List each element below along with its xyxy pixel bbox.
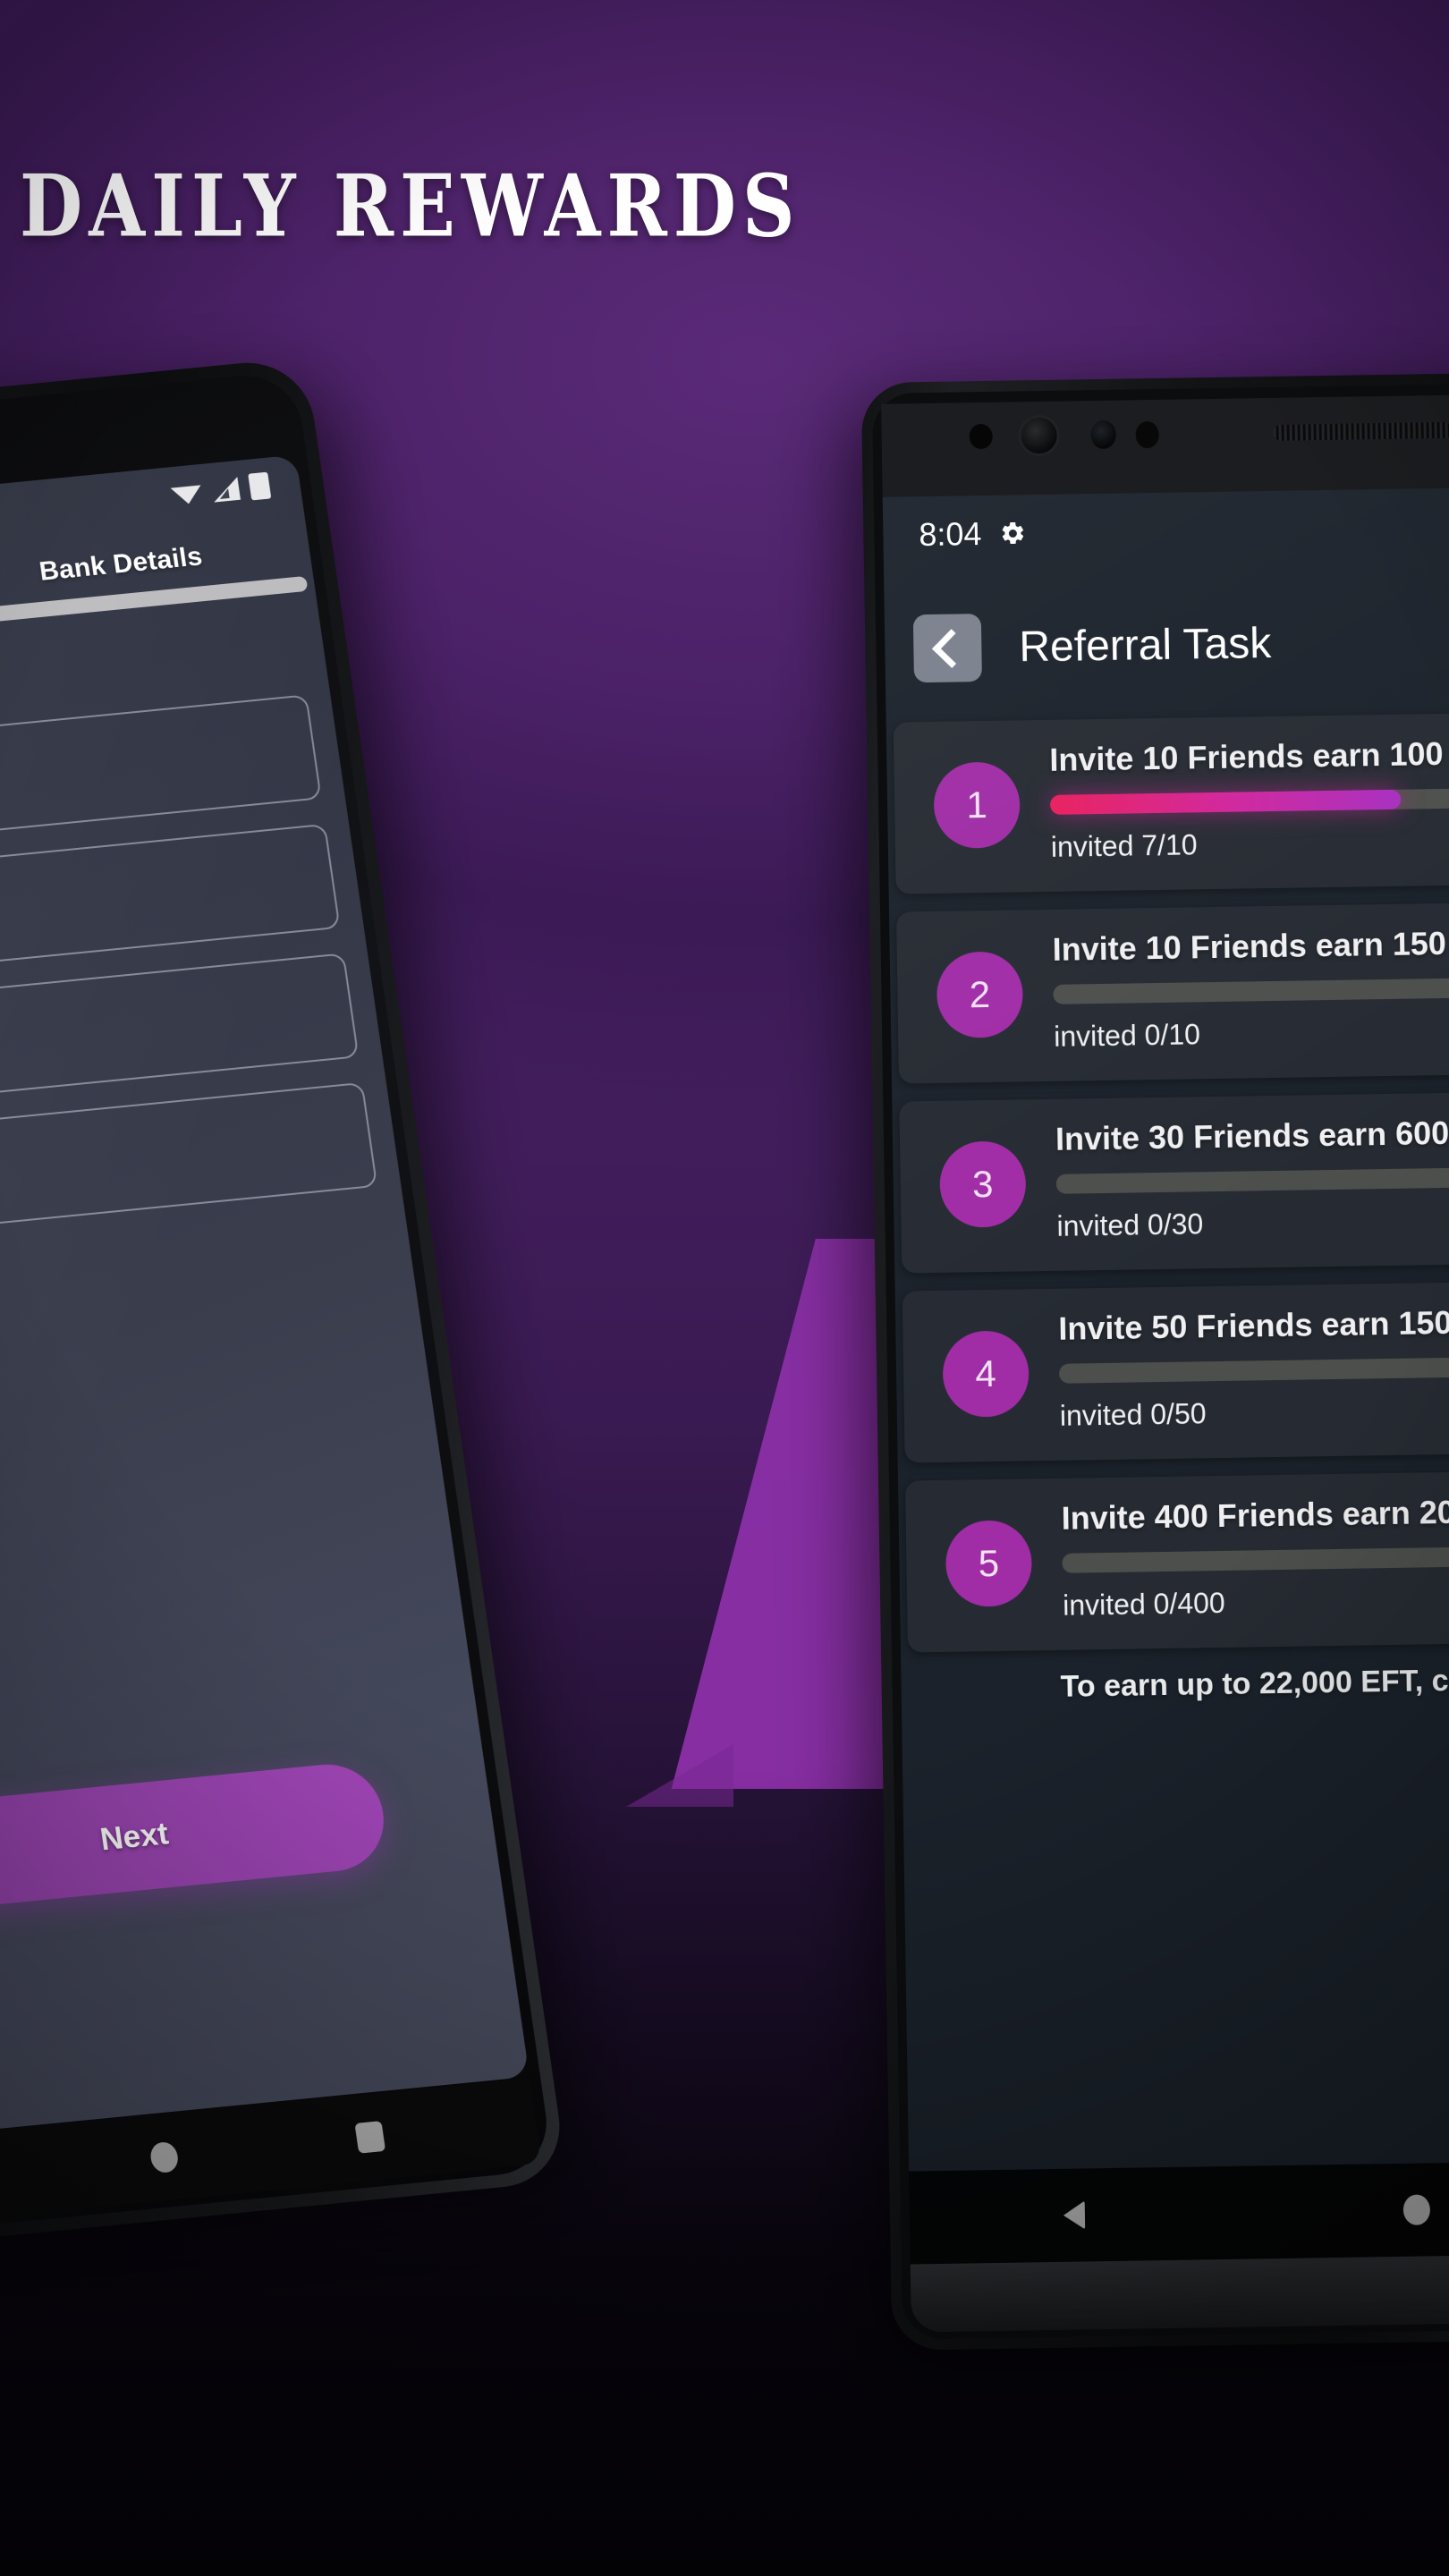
nav-home-icon[interactable]: [1402, 2194, 1431, 2225]
task-index-badge: 5: [945, 1520, 1033, 1607]
task-title: Invite 10 Friends earn 100: [1049, 734, 1444, 778]
task-progress-label: invited 0/10: [1053, 1018, 1201, 1053]
task-progress-fill: [1049, 789, 1402, 815]
earpiece-speaker-icon: [1273, 421, 1449, 441]
right-status-bar: 8:04: [919, 514, 1027, 554]
next-button-label: Next: [97, 1816, 171, 1858]
back-button[interactable]: [912, 614, 982, 683]
battery-icon: [248, 471, 272, 501]
tab-bank-details[interactable]: Bank Details: [0, 531, 309, 626]
task-row[interactable]: 4 Invite 50 Friends earn 150 invited 0/5…: [902, 1279, 1449, 1463]
right-phone-frame: 8:04 Referral Task 1 Invite 10 Friends e…: [860, 370, 1449, 2351]
left-phone-mockup: ID Proof Bank Details Details e one: [0, 357, 568, 2258]
task-title: Invite 10 Friends earn 150: [1052, 924, 1447, 968]
task-progress-track: [1049, 787, 1449, 815]
task-row[interactable]: 1 Invite 10 Friends earn 100 invited 7/1…: [893, 710, 1449, 894]
task-body: Invite 50 Friends earn 150 invited 0/50: [1058, 1298, 1449, 1432]
right-phone-mockup: 8:04 Referral Task 1 Invite 10 Friends e…: [860, 370, 1449, 2351]
app-bar-title: Referral Task: [1018, 619, 1272, 671]
address-field[interactable]: Address: [0, 1081, 378, 1256]
right-nav-bar: [909, 2159, 1449, 2265]
task-index-badge: 2: [936, 951, 1024, 1038]
right-phone-top-bezel: [881, 392, 1449, 497]
task-title: Invite 400 Friends earn 20: [1061, 1493, 1449, 1537]
task-title: Invite 30 Friends earn 600: [1055, 1114, 1449, 1157]
wifi-icon: [170, 481, 203, 505]
left-phone-frame: ID Proof Bank Details Details e one: [0, 357, 568, 2258]
chevron-left-icon: [931, 628, 971, 668]
left-phone-screen: ID Proof Bank Details Details e one: [0, 454, 530, 2149]
earnings-note: To earn up to 22,000 EFT, com: [1060, 1663, 1449, 1704]
nav-recents-icon[interactable]: [354, 2121, 386, 2154]
task-progress-label: invited 7/10: [1050, 828, 1198, 863]
task-body: Invite 30 Friends earn 600 invited 0/30: [1055, 1108, 1449, 1242]
task-row[interactable]: 3 Invite 30 Friends earn 600 invited 0/3…: [899, 1089, 1449, 1274]
signal-icon: [211, 477, 242, 503]
gear-icon: [999, 520, 1026, 547]
task-index-badge: 3: [939, 1140, 1027, 1228]
task-body: Invite 400 Friends earn 20 invited 0/400: [1061, 1487, 1449, 1622]
task-progress-track: [1062, 1545, 1449, 1573]
right-phone-screen: 8:04 Referral Task 1 Invite 10 Friends e…: [882, 485, 1449, 2181]
task-index-badge: 4: [942, 1330, 1030, 1418]
task-row[interactable]: 2 Invite 10 Friends earn 150 invited 0/1…: [896, 900, 1449, 1084]
left-status-bar: [169, 471, 272, 508]
decorative-polygon-small: [626, 1744, 733, 1807]
task-row[interactable]: 5 Invite 400 Friends earn 20 invited 0/4…: [905, 1469, 1449, 1653]
nav-home-icon[interactable]: [148, 2140, 180, 2174]
task-progress-track: [1058, 1355, 1449, 1384]
decorative-polygon: [671, 1239, 890, 1789]
next-button[interactable]: Next: [0, 1759, 391, 1915]
kyc-tabs: ID Proof Bank Details: [0, 531, 315, 663]
kyc-form: e one Email Address: [0, 694, 381, 1280]
task-index-badge: 1: [933, 761, 1021, 849]
task-progress-label: invited 0/30: [1056, 1208, 1204, 1242]
task-progress-track: [1055, 1166, 1449, 1194]
right-phone-chin: [910, 2252, 1449, 2333]
status-time: 8:04: [919, 515, 982, 554]
task-body: Invite 10 Friends earn 100 invited 7/10: [1049, 730, 1449, 864]
app-bar: Referral Task: [885, 591, 1449, 696]
nav-back-icon[interactable]: [1063, 2200, 1086, 2230]
task-progress-label: invited 0/50: [1059, 1397, 1207, 1432]
task-title: Invite 50 Friends earn 150: [1058, 1303, 1449, 1347]
page-title: DAILY REWARDS: [20, 157, 801, 258]
task-progress-label: invited 0/400: [1062, 1586, 1225, 1622]
referral-task-list[interactable]: 1 Invite 10 Friends earn 100 invited 7/1…: [886, 710, 1449, 2181]
promo-banner: DAILY REWARDS ID Proof: [0, 0, 1449, 2576]
task-body: Invite 10 Friends earn 150 invited 0/10: [1052, 919, 1449, 1054]
task-progress-track: [1053, 977, 1449, 1004]
